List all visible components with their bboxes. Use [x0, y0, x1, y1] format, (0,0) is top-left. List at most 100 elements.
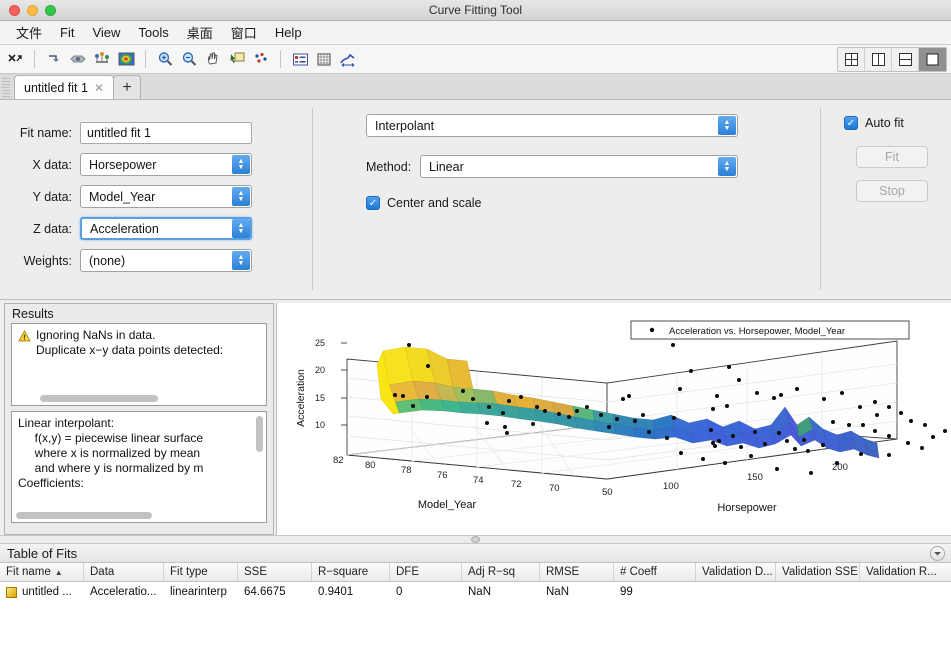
cell-fit-type: linearinterp — [170, 586, 227, 598]
x-tick-78: 78 — [401, 465, 412, 476]
x-tick-74: 74 — [473, 475, 484, 486]
surface-plot-panel[interactable]: 25 20 15 10 Acceleration 82 80 78 76 74 … — [276, 303, 951, 535]
cell-num-coeff: 99 — [620, 586, 633, 598]
method-value: Linear — [429, 159, 464, 174]
fit-name-label: Fit name: — [19, 126, 72, 140]
layout-vertical-split-icon[interactable] — [865, 48, 892, 71]
fit-button[interactable]: Fit — [856, 146, 928, 168]
zoom-out-icon[interactable] — [178, 48, 200, 70]
results-warning-hscrollbar[interactable] — [40, 395, 158, 402]
column-header-fit-name[interactable]: Fit name ▲ — [0, 563, 84, 581]
menu-file[interactable]: 文件 — [7, 21, 51, 44]
weights-dropdown[interactable]: (none) ▲ ▼ — [80, 249, 252, 272]
results-detail-box[interactable]: Linear interpolant: f(x,y) = piecewise l… — [11, 411, 267, 523]
weights-value: (none) — [89, 253, 126, 268]
z-axis-label: Acceleration — [295, 369, 307, 427]
legend-icon[interactable] — [289, 48, 311, 70]
curve-fitting-tool-window: Curve Fitting Tool 文件 Fit View Tools 桌面 … — [0, 0, 951, 662]
method-label: Method: — [366, 159, 412, 174]
auto-fit-row[interactable]: ✓ Auto fit — [844, 116, 951, 130]
tab-label: untitled fit 1 — [24, 80, 88, 95]
y-tick-50: 50 — [602, 487, 613, 498]
zoom-in-icon[interactable] — [154, 48, 176, 70]
fit-tab-bar: untitled fit 1 ✕ + — [0, 74, 951, 100]
stop-button[interactable]: Stop — [856, 180, 928, 202]
x-data-dropdown[interactable]: Horsepower ▲ ▼ — [80, 153, 252, 176]
column-header-validation-data[interactable]: Validation D... — [696, 563, 776, 581]
menu-window[interactable]: 窗口 — [222, 21, 266, 44]
chevron-updown-icon: ▲ ▼ — [718, 116, 736, 135]
table-column-headers: Fit name ▲ Data Fit type SSE R−square DF… — [0, 563, 951, 582]
column-header-sse[interactable]: SSE — [238, 563, 312, 581]
fit-options-icon[interactable] — [91, 48, 113, 70]
cell-dfe: 0 — [396, 586, 403, 598]
pan-icon[interactable] — [202, 48, 224, 70]
x-axis-label: Model_Year — [418, 499, 477, 511]
column-header-validation-r[interactable]: Validation R... — [860, 563, 940, 581]
exclude-outliers-icon[interactable] — [250, 48, 272, 70]
legend-marker-icon — [649, 327, 655, 333]
menu-view[interactable]: View — [83, 23, 129, 42]
z-data-label: Z data: — [33, 221, 72, 236]
colormap-icon[interactable] — [115, 48, 137, 70]
panel-splitter[interactable] — [0, 535, 951, 544]
z-tick-20: 20 — [315, 365, 325, 375]
z-tick-15: 15 — [315, 393, 325, 403]
fit-name-input[interactable]: untitled fit 1 — [80, 122, 252, 144]
surface-plot-svg[interactable]: 25 20 15 10 Acceleration 82 80 78 76 74 … — [277, 303, 951, 535]
duplicate-fit-icon[interactable] — [67, 48, 89, 70]
table-row[interactable]: untitled ... Acceleratio... linearinterp… — [0, 582, 951, 602]
x-tick-80: 80 — [365, 460, 376, 471]
column-header-rmse[interactable]: RMSE — [540, 563, 614, 581]
chevron-down-icon[interactable] — [930, 546, 945, 561]
table-of-fits-panel: Table of Fits Fit name ▲ Data Fit type S… — [0, 544, 951, 662]
x-data-value: Horsepower — [89, 157, 157, 172]
panel-divider — [312, 108, 313, 290]
delete-fit-icon[interactable] — [4, 48, 26, 70]
add-fit-tab-button[interactable]: + — [113, 75, 141, 99]
z-data-dropdown[interactable]: Acceleration ▲ ▼ — [80, 217, 252, 240]
x-tick-82: 82 — [333, 455, 344, 466]
close-icon[interactable]: ✕ — [94, 81, 104, 95]
x-data-row: X data: Horsepower ▲ ▼ — [0, 153, 312, 176]
layout-single-icon[interactable] — [919, 48, 946, 71]
warning-triangle-icon — [18, 330, 31, 342]
column-header-adj-r-sq[interactable]: Adj R−sq — [462, 563, 540, 581]
column-header-data[interactable]: Data — [84, 563, 164, 581]
plot-legend: Acceleration vs. Horsepower, Model_Year — [630, 320, 910, 340]
menu-desktop[interactable]: 桌面 — [178, 21, 222, 44]
column-header-fit-type[interactable]: Fit type — [164, 563, 238, 581]
menu-tools[interactable]: Tools — [129, 23, 177, 42]
cell-rmse: NaN — [546, 586, 570, 598]
weights-row: Weights: (none) ▲ ▼ — [0, 249, 312, 272]
layout-horizontal-split-icon[interactable] — [892, 48, 919, 71]
column-header-num-coeff[interactable]: # Coeff — [614, 563, 696, 581]
results-detail-vscrollbar[interactable] — [256, 416, 263, 452]
center-and-scale-row[interactable]: ✓ Center and scale — [366, 196, 820, 210]
auto-fit-checkbox[interactable]: ✓ — [844, 116, 858, 130]
y-data-dropdown[interactable]: Model_Year ▲ ▼ — [80, 185, 252, 208]
window-title: Curve Fitting Tool — [428, 3, 523, 17]
tab-untitled-fit-1[interactable]: untitled fit 1 ✕ — [14, 75, 114, 99]
x-tick-76: 76 — [437, 470, 448, 481]
results-detail-hscrollbar[interactable] — [16, 512, 152, 519]
open-in-new-figure-icon[interactable] — [43, 48, 65, 70]
main-toolbar — [0, 45, 951, 74]
model-type-dropdown[interactable]: Interpolant ▲ ▼ — [366, 114, 738, 137]
center-and-scale-checkbox[interactable]: ✓ — [366, 196, 380, 210]
data-cursor-icon[interactable] — [226, 48, 248, 70]
results-warning-box[interactable]: Ignoring NaNs in data. Duplicate x−y dat… — [11, 323, 267, 406]
column-header-validation-sse[interactable]: Validation SSE — [776, 563, 860, 581]
prediction-bounds-icon[interactable] — [337, 48, 359, 70]
column-header-r-square[interactable]: R−square — [312, 563, 390, 581]
grid-icon[interactable] — [313, 48, 335, 70]
column-header-dfe[interactable]: DFE — [390, 563, 462, 581]
y-data-value: Model_Year — [89, 189, 156, 204]
x-data-label: X data: — [32, 157, 72, 172]
layout-quad-icon[interactable] — [838, 48, 865, 71]
menu-fit[interactable]: Fit — [51, 23, 83, 42]
splitter-handle[interactable] — [471, 536, 480, 543]
menu-help[interactable]: Help — [266, 23, 311, 42]
fit-configuration-panel: Fit name: untitled fit 1 X data: Horsepo… — [0, 100, 951, 300]
method-dropdown[interactable]: Linear ▲ ▼ — [420, 155, 738, 178]
